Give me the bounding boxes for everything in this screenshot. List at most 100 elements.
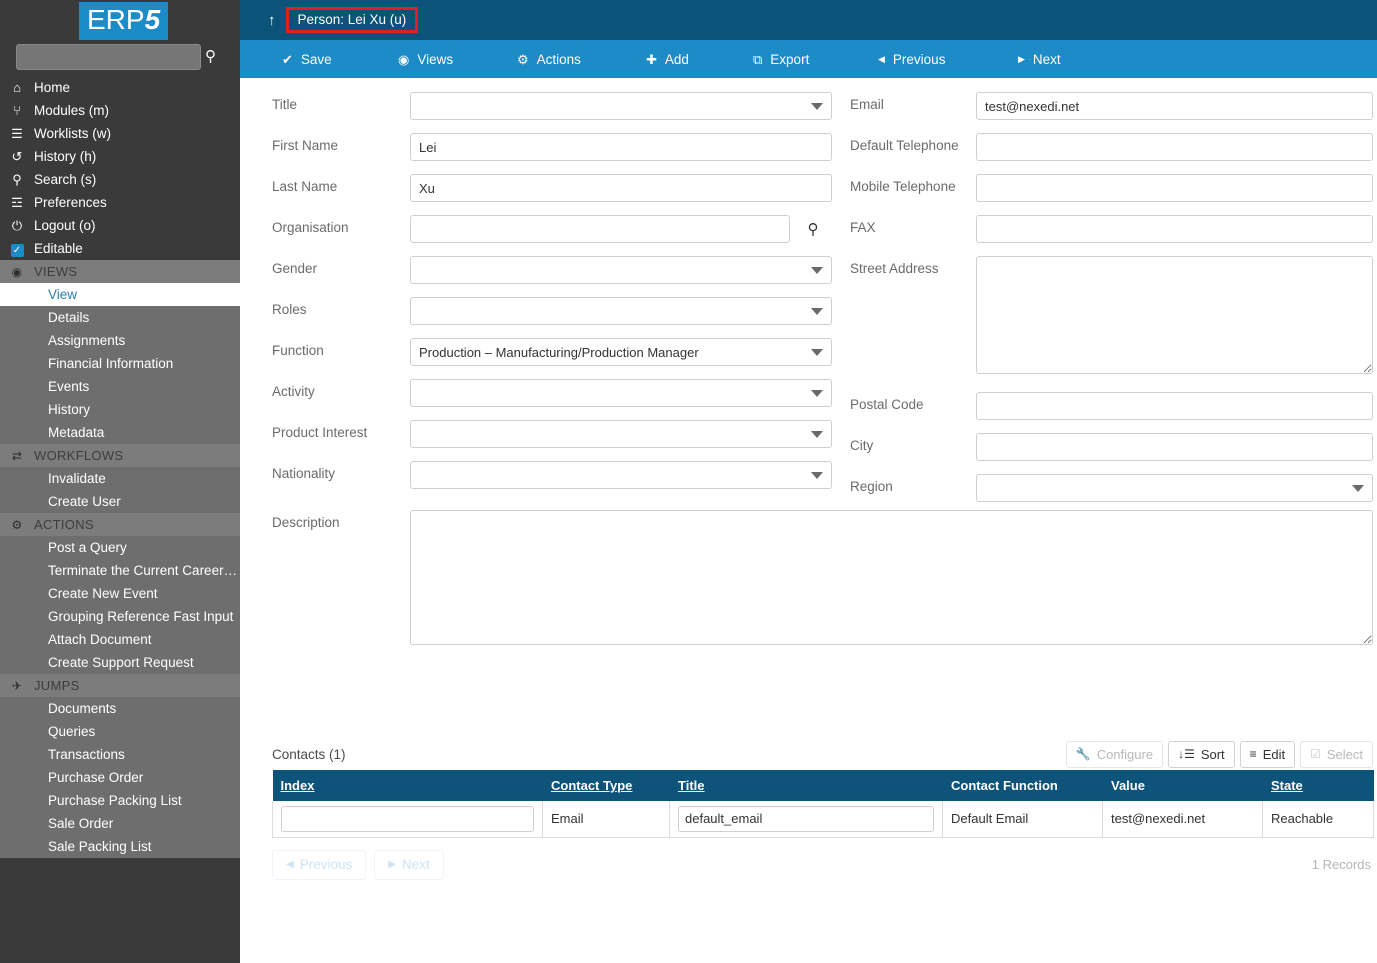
check-icon: ✔: [282, 51, 293, 67]
edit-button[interactable]: ≡ Edit: [1239, 740, 1296, 768]
sidebar-item-search-s[interactable]: ⚲ Search (s): [0, 168, 240, 191]
sidebar-item-create-support-request[interactable]: Create Support Request: [0, 651, 240, 674]
jumps-plane-icon: ✈: [11, 678, 23, 693]
search-icon[interactable]: ⚲: [205, 46, 225, 68]
column-header-state[interactable]: State: [1262, 770, 1374, 801]
last-name-input[interactable]: [410, 174, 832, 202]
sidebar-item-create-new-event[interactable]: Create New Event: [0, 582, 240, 605]
street-address-textarea[interactable]: [976, 256, 1373, 374]
save-button[interactable]: ✔ Save: [276, 40, 346, 78]
form-column-left: Title First Name Last Name Organisation ⚲ Gen…: [272, 92, 832, 502]
sidebar-item-logout-o[interactable]: ⏻ Logout (o): [0, 214, 240, 237]
column-header-title[interactable]: Title: [669, 770, 943, 801]
sidebar-item-label: Purchase Order: [48, 770, 144, 785]
fax-input[interactable]: [976, 215, 1373, 243]
listbox-previous-button: ◀ Previous: [272, 849, 367, 880]
column-header-contact-type[interactable]: Contact Type: [542, 770, 670, 801]
title-select[interactable]: [410, 92, 832, 120]
listbox-pager: ◀ Previous ▶ Next: [272, 849, 444, 880]
sidebar-item-preferences[interactable]: ☲ Preferences: [0, 191, 240, 214]
sidebar-item-modules-m[interactable]: ⑂ Modules (m): [0, 99, 240, 122]
pager-button-label: Previous: [299, 857, 353, 872]
sidebar-item-financial-information[interactable]: Financial Information: [0, 352, 240, 375]
contacts-listbox: Contacts (1) 🔧 Configure ↓☰ Sort ≡ Edit ☑ Selec…: [272, 738, 1374, 880]
sidebar-item-queries[interactable]: Queries: [0, 720, 240, 743]
sidebar-item-view[interactable]: View: [0, 283, 240, 306]
column-header-index[interactable]: Index: [272, 770, 543, 801]
sort-button[interactable]: ↓☰ Sort: [1168, 740, 1235, 768]
sidebar-item-editable[interactable]: ✓ Editable: [0, 237, 240, 260]
sidebar-item-purchase-order[interactable]: Purchase Order: [0, 766, 240, 789]
next-button[interactable]: ▶ Next: [1012, 40, 1075, 78]
description-textarea[interactable]: [410, 510, 1373, 645]
sidebar-item-metadata[interactable]: Metadata: [0, 421, 240, 444]
organisation-search-icon[interactable]: ⚲: [802, 219, 824, 241]
cell-index[interactable]: [272, 801, 543, 838]
sidebar-item-assignments[interactable]: Assignments: [0, 329, 240, 352]
sidebar-item-documents[interactable]: Documents: [0, 697, 240, 720]
product-interest-select[interactable]: [410, 420, 832, 448]
toolbar-button-label: Previous: [892, 51, 946, 67]
up-arrow-icon[interactable]: ↑: [268, 13, 276, 28]
sidebar-item-home[interactable]: ⌂ Home: [0, 76, 240, 99]
actions-button[interactable]: ⚙ Actions: [511, 40, 595, 78]
previous-button[interactable]: ◀ Previous: [872, 40, 959, 78]
sidebar-item-events[interactable]: Events: [0, 375, 240, 398]
logo-area: ERP5: [0, 0, 240, 40]
sidebar-item-history-h[interactable]: ↺ History (h): [0, 145, 240, 168]
sidebar-item-label: Sale Packing List: [48, 839, 152, 854]
sidebar-item-details[interactable]: Details: [0, 306, 240, 329]
region-select[interactable]: [976, 474, 1373, 502]
column-header-label: Contact Function: [951, 778, 1058, 793]
erp5-logo[interactable]: ERP5: [79, 2, 169, 40]
default-telephone-input[interactable]: [976, 133, 1373, 161]
export-button[interactable]: ⧉ Export: [747, 40, 823, 78]
postal-code-input[interactable]: [976, 392, 1373, 420]
last-name-control: [410, 174, 832, 202]
organisation-input[interactable]: [410, 215, 790, 243]
fax-control: [976, 215, 1373, 243]
sidebar-item-attach-document[interactable]: Attach Document: [0, 628, 240, 651]
field-row-title: Title: [272, 92, 832, 120]
sidebar-item-worklists-w[interactable]: ☰ Worklists (w): [0, 122, 240, 145]
sidebar-item-transactions[interactable]: Transactions: [0, 743, 240, 766]
mobile-telephone-input[interactable]: [976, 174, 1373, 202]
cell-input-title[interactable]: [678, 805, 934, 832]
column-header-label: Title: [678, 778, 705, 793]
search-input[interactable]: [16, 44, 201, 70]
sidebar-item-sale-order[interactable]: Sale Order: [0, 812, 240, 835]
first-name-input[interactable]: [410, 133, 832, 161]
description-control: [410, 510, 1373, 650]
nationality-select[interactable]: [410, 461, 832, 489]
sidebar-item-terminate-the-current-career[interactable]: Terminate the Current Career…: [0, 559, 240, 582]
sidebar-item-label: Home: [34, 80, 71, 95]
field-row-default-telephone: Default Telephone: [850, 133, 1373, 161]
sidebar-item-sale-packing-list[interactable]: Sale Packing List: [0, 835, 240, 858]
listbox-tool-label: Configure: [1096, 746, 1154, 762]
sidebar-filler: [0, 858, 240, 963]
sidebar-item-post-a-query[interactable]: Post a Query: [0, 536, 240, 559]
field-row-organisation: Organisation ⚲: [272, 215, 832, 243]
views-button[interactable]: ◉ Views: [392, 40, 467, 78]
toolbar-button-label: Next: [1032, 51, 1061, 67]
gender-select[interactable]: [410, 256, 832, 284]
gender-label: Gender: [272, 261, 318, 276]
cell-title[interactable]: [669, 801, 943, 838]
function-select[interactable]: [410, 338, 832, 366]
activity-label: Activity: [272, 384, 315, 399]
sidebar-item-create-user[interactable]: Create User: [0, 490, 240, 513]
sidebar-item-label: Grouping Reference Fast Input: [48, 609, 234, 624]
listbox-record-count: 1 Records: [1311, 857, 1371, 872]
add-button[interactable]: ✚ Add: [640, 40, 703, 78]
activity-select[interactable]: [410, 379, 832, 407]
sidebar-item-history[interactable]: History: [0, 398, 240, 421]
default-telephone-label: Default Telephone: [850, 138, 959, 153]
table-row[interactable]: Email Default Emailtest@nexedi.netReachab…: [272, 801, 1374, 838]
cell-input-index[interactable]: [281, 805, 534, 832]
sidebar-item-purchase-packing-list[interactable]: Purchase Packing List: [0, 789, 240, 812]
roles-select[interactable]: [410, 297, 832, 325]
email-input[interactable]: [976, 92, 1373, 120]
sidebar-item-invalidate[interactable]: Invalidate: [0, 467, 240, 490]
city-input[interactable]: [976, 433, 1373, 461]
sidebar-item-grouping-reference-fast-input[interactable]: Grouping Reference Fast Input: [0, 605, 240, 628]
